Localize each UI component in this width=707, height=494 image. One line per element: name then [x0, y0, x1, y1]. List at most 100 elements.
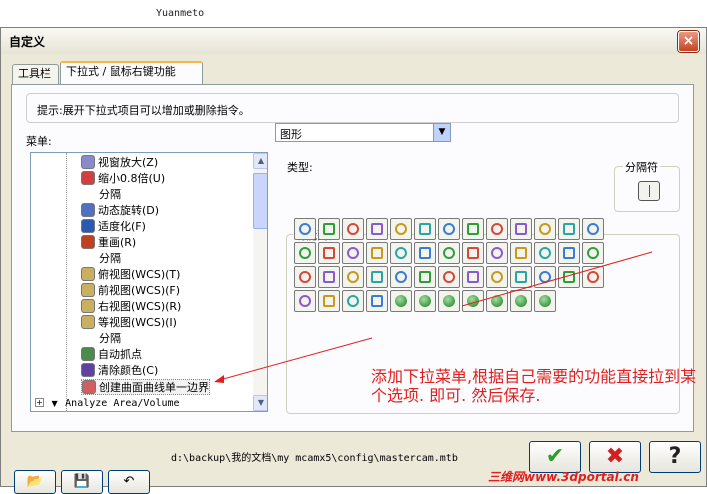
function-button[interactable] — [510, 290, 532, 312]
function-button[interactable] — [414, 266, 436, 288]
clear-color-icon — [81, 363, 95, 377]
scroll-down-button[interactable]: ▼ — [253, 395, 267, 411]
function-button[interactable] — [390, 218, 412, 240]
function-button[interactable] — [390, 290, 412, 312]
function-button[interactable] — [438, 266, 460, 288]
function-button[interactable] — [414, 218, 436, 240]
menu-tree[interactable]: 视窗放大(Z) 缩小0.8倍(U) 分隔 动态旋转(D) 适度化(F) 重画(R) 分隔 俯视… — [30, 152, 268, 412]
function-glyph-icon — [347, 223, 359, 235]
function-glyph-icon — [443, 223, 455, 235]
menu-item[interactable]: 等视图(WCS)(I) — [81, 315, 177, 331]
function-button[interactable] — [318, 218, 340, 240]
function-button[interactable] — [318, 290, 340, 312]
function-button[interactable] — [534, 290, 556, 312]
function-button[interactable] — [486, 266, 508, 288]
menu-footer-item[interactable]: + ▼ Analyze Area/Volume — [35, 395, 180, 411]
open-button[interactable]: 📂 — [14, 470, 56, 494]
function-button[interactable] — [318, 242, 340, 264]
function-glyph-icon — [371, 271, 383, 283]
menu-item[interactable]: 分隔 — [99, 251, 121, 267]
function-button[interactable] — [558, 242, 580, 264]
type-select[interactable]: 图形 ▼ — [275, 123, 451, 142]
tab-toolbars[interactable]: 工具栏 — [12, 64, 59, 84]
function-button[interactable] — [414, 242, 436, 264]
function-button[interactable] — [510, 242, 532, 264]
function-glyph-icon — [563, 247, 575, 259]
help-button[interactable]: ? — [649, 441, 701, 473]
menu-item[interactable]: 分隔 — [99, 331, 121, 347]
close-button[interactable]: × — [678, 31, 699, 52]
separator-button[interactable] — [638, 181, 660, 201]
scroll-thumb[interactable] — [253, 173, 267, 229]
function-glyph-icon — [467, 247, 479, 259]
function-button[interactable] — [462, 242, 484, 264]
menu-item[interactable]: 分隔 — [99, 187, 121, 203]
function-button[interactable] — [318, 266, 340, 288]
function-button[interactable] — [558, 266, 580, 288]
menu-item[interactable]: 适度化(F) — [81, 219, 146, 235]
menu-item[interactable]: 创建曲面曲线单一边界 — [81, 379, 210, 395]
menu-item[interactable]: 清除颜色(C) — [81, 363, 158, 379]
function-button[interactable] — [366, 290, 388, 312]
scroll-up-button[interactable]: ▲ — [253, 153, 267, 169]
function-glyph-icon — [395, 247, 407, 259]
function-button[interactable] — [486, 242, 508, 264]
function-button[interactable] — [438, 242, 460, 264]
menu-item[interactable]: 缩小0.8倍(U) — [81, 171, 165, 187]
function-button[interactable] — [390, 242, 412, 264]
menu-item[interactable]: 视窗放大(Z) — [81, 155, 158, 171]
function-button[interactable] — [342, 242, 364, 264]
function-button[interactable] — [462, 218, 484, 240]
function-button[interactable] — [342, 266, 364, 288]
chevron-down-icon[interactable]: ▼ — [433, 124, 450, 141]
menu-scrollbar[interactable]: ▲ ▼ — [253, 153, 267, 411]
function-glyph-icon — [491, 271, 503, 283]
fit-icon — [81, 219, 95, 233]
function-button[interactable] — [366, 242, 388, 264]
menu-item-label: 右视图(WCS)(R) — [98, 300, 182, 313]
menu-item[interactable]: 前视图(WCS)(F) — [81, 283, 180, 299]
save-button[interactable]: 💾 — [61, 470, 103, 494]
function-button[interactable] — [582, 266, 604, 288]
function-glyph-icon — [299, 295, 311, 307]
function-button[interactable] — [486, 290, 508, 312]
menu-item[interactable]: 动态旋转(D) — [81, 203, 159, 219]
undo-button[interactable]: ↶ — [108, 470, 150, 494]
tab-dropdown-rightclick[interactable]: 下拉式 / 鼠标右键功能 — [60, 61, 203, 85]
function-button[interactable] — [294, 290, 316, 312]
menu-item[interactable]: 右视图(WCS)(R) — [81, 299, 181, 315]
title-bar[interactable]: 自定义 × — [1, 28, 706, 54]
function-button[interactable] — [438, 290, 460, 312]
menu-item[interactable]: 俯视图(WCS)(T) — [81, 267, 180, 283]
menu-item[interactable]: 重画(R) — [81, 235, 136, 251]
function-button[interactable] — [534, 218, 556, 240]
function-button[interactable] — [390, 266, 412, 288]
function-button[interactable] — [366, 266, 388, 288]
function-button[interactable] — [462, 266, 484, 288]
function-button[interactable] — [486, 218, 508, 240]
function-button[interactable] — [294, 266, 316, 288]
function-button[interactable] — [510, 266, 532, 288]
function-button[interactable] — [438, 218, 460, 240]
function-button[interactable] — [510, 218, 532, 240]
function-button[interactable] — [534, 242, 556, 264]
menu-item[interactable]: 自动抓点 — [81, 347, 142, 363]
function-button[interactable] — [342, 290, 364, 312]
function-button[interactable] — [582, 218, 604, 240]
function-button[interactable] — [534, 266, 556, 288]
hint-box: 提示:展开下拉式项目可以增加或删除指令。 — [26, 93, 679, 123]
annotation-text: 添加下拉菜单,根据自己需要的功能直接拉到某个选项. 即可. 然后保存. — [371, 367, 697, 405]
right-view-icon — [81, 299, 95, 313]
function-button[interactable] — [342, 218, 364, 240]
function-button[interactable] — [558, 218, 580, 240]
function-button[interactable] — [462, 290, 484, 312]
menu-item-label: 清除颜色(C) — [98, 364, 159, 377]
function-button[interactable] — [414, 290, 436, 312]
function-glyph-icon — [395, 271, 407, 283]
function-button[interactable] — [366, 218, 388, 240]
function-button[interactable] — [294, 242, 316, 264]
function-button[interactable] — [582, 242, 604, 264]
function-glyph-icon — [395, 223, 407, 235]
function-glyph-icon — [491, 295, 503, 307]
function-button[interactable] — [294, 218, 316, 240]
